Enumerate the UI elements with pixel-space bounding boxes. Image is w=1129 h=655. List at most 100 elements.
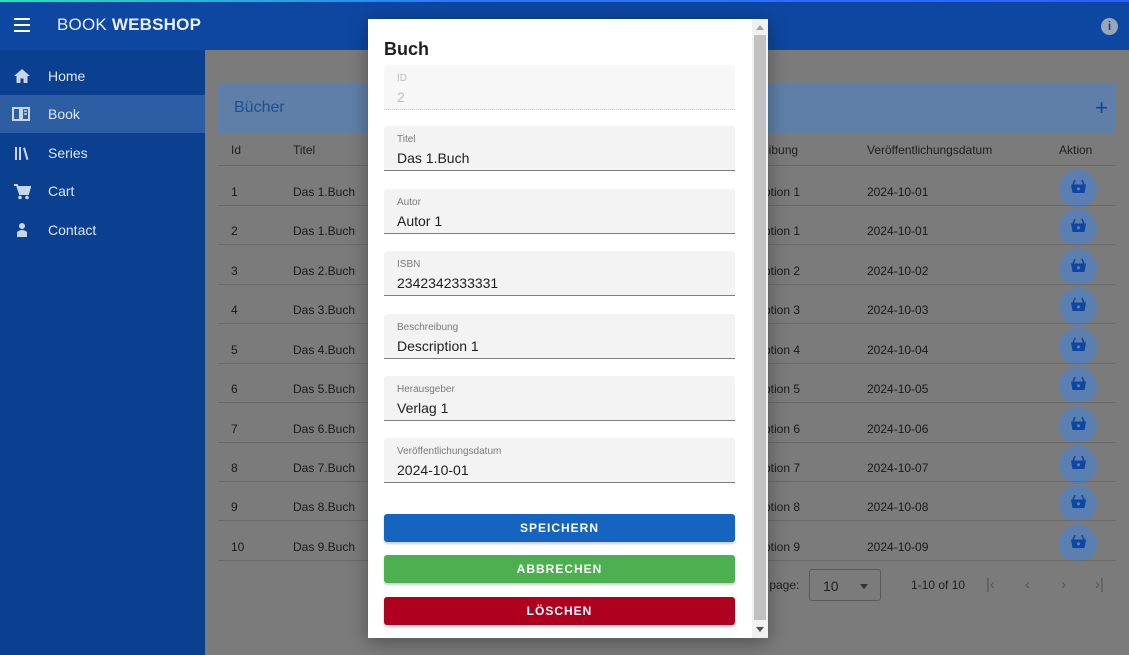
field-label: ID <box>397 73 407 84</box>
basket-icon <box>1070 258 1087 278</box>
first-page-icon[interactable]: |‹ <box>986 576 995 593</box>
cell-id: 5 <box>231 343 238 357</box>
add-to-cart-button[interactable] <box>1059 209 1097 247</box>
info-icon[interactable]: i <box>1101 18 1118 35</box>
cell-id: 9 <box>231 500 238 514</box>
cell-id: 7 <box>231 422 238 436</box>
cell-id: 6 <box>231 382 238 396</box>
cell-title: Das 7.Buch <box>293 461 356 475</box>
isbn-field[interactable]: ISBN 2342342333331 <box>384 251 735 296</box>
cell-id: 10 <box>231 540 245 554</box>
add-to-cart-button[interactable] <box>1059 407 1097 445</box>
basket-icon <box>1070 179 1087 199</box>
sidebar-item-contact[interactable]: Contact <box>0 211 205 249</box>
cell-description: ption 6 <box>764 422 801 436</box>
beschreibung-field[interactable]: Beschreibung Description 1 <box>384 314 735 359</box>
herausgeber-field[interactable]: Herausgeber Verlag 1 <box>384 376 735 421</box>
cell-title: Das 3.Buch <box>293 303 356 317</box>
scroll-up-icon[interactable] <box>756 25 764 30</box>
page-range: 1-10 of 10 <box>911 578 966 592</box>
add-to-cart-button[interactable] <box>1059 328 1097 366</box>
add-book-button[interactable]: + <box>1095 95 1108 121</box>
list-title: Bücher <box>234 99 285 116</box>
field-label: Herausgeber <box>397 384 455 395</box>
cell-id: 4 <box>231 303 238 317</box>
cell-description: ption 1 <box>764 185 801 199</box>
loading-line <box>0 0 1129 2</box>
cell-date: 2024-10-07 <box>867 461 929 475</box>
app-title: BOOK WEBSHOP <box>57 15 202 34</box>
book-icon <box>12 104 32 124</box>
basket-icon <box>1070 337 1087 357</box>
field-label: Beschreibung <box>397 322 459 333</box>
basket-icon <box>1070 494 1087 514</box>
cell-title: Das 2.Buch <box>293 264 356 278</box>
dialog-scrollbar[interactable] <box>752 19 768 638</box>
add-to-cart-button[interactable] <box>1059 288 1097 326</box>
cell-title: Das 8.Buch <box>293 500 356 514</box>
cell-date: 2024-10-02 <box>867 264 929 278</box>
basket-icon <box>1070 297 1087 317</box>
next-page-icon[interactable]: › <box>1061 576 1066 593</box>
cancel-button[interactable]: ABBRECHEN <box>384 555 735 583</box>
book-dialog: Buch ID 2 Titel Das 1.Buch Autor Autor 1 ISBN 2… <box>368 19 768 638</box>
add-to-cart-button[interactable] <box>1059 367 1097 405</box>
field-value: Verlag 1 <box>397 400 449 416</box>
cell-id: 1 <box>231 185 238 199</box>
autor-field[interactable]: Autor Autor 1 <box>384 189 735 234</box>
cell-id: 3 <box>231 264 238 278</box>
add-to-cart-button[interactable] <box>1059 525 1097 563</box>
cell-title: Das 6.Buch <box>293 422 356 436</box>
sidebar-item-series[interactable]: Series <box>0 134 205 172</box>
cell-description: ption 9 <box>764 540 801 554</box>
cart-icon <box>12 181 32 201</box>
column-header-action: Aktion <box>1059 143 1093 157</box>
delete-button[interactable]: LÖSCHEN <box>384 597 735 625</box>
titel-field[interactable]: Titel Das 1.Buch <box>384 126 735 171</box>
rows-per-page-select[interactable]: 10 <box>809 569 881 601</box>
sidebar-item-cart[interactable]: Cart <box>0 172 205 210</box>
column-header-title[interactable]: Titel <box>293 143 315 157</box>
field-label: Autor <box>397 197 421 208</box>
sidebar-item-label: Book <box>48 106 80 122</box>
sidebar: Home Book Series Cart Contact <box>0 50 205 655</box>
scroll-down-icon[interactable] <box>756 627 764 632</box>
field-label: ISBN <box>397 259 421 270</box>
dialog-title: Buch <box>384 39 429 59</box>
last-page-icon[interactable]: ›| <box>1095 576 1104 593</box>
cell-date: 2024-10-08 <box>867 500 929 514</box>
sidebar-item-home[interactable]: Home <box>0 57 205 95</box>
scrollbar-thumb[interactable] <box>754 35 766 620</box>
library-icon <box>12 143 32 163</box>
column-header-id[interactable]: Id <box>231 143 241 157</box>
home-icon <box>12 66 32 86</box>
cell-date: 2024-10-01 <box>867 224 929 238</box>
add-to-cart-button[interactable] <box>1059 485 1097 523</box>
prev-page-icon[interactable]: ‹ <box>1025 576 1030 593</box>
field-label: Veröffentlichungsdatum <box>397 446 502 457</box>
basket-icon <box>1070 455 1087 475</box>
cell-id: 8 <box>231 461 238 475</box>
cell-description: ption 5 <box>764 382 801 396</box>
cell-title: Das 4.Buch <box>293 343 356 357</box>
save-button[interactable]: SPEICHERN <box>384 514 735 542</box>
ver-ffentlichungsdatum-field[interactable]: Veröffentlichungsdatum 2024-10-01 <box>384 438 735 483</box>
add-to-cart-button[interactable] <box>1059 170 1097 208</box>
field-label: Titel <box>397 134 416 145</box>
cell-title: Das 5.Buch <box>293 382 356 396</box>
column-header-date[interactable]: Veröffentlichungsdatum <box>867 143 992 157</box>
cell-date: 2024-10-05 <box>867 382 929 396</box>
sidebar-item-label: Series <box>48 145 88 161</box>
add-to-cart-button[interactable] <box>1059 249 1097 287</box>
cell-date: 2024-10-09 <box>867 540 929 554</box>
cell-description: ption 7 <box>764 461 801 475</box>
sidebar-item-book[interactable]: Book <box>0 95 205 133</box>
field-value: Description 1 <box>397 338 479 354</box>
field-value: Autor 1 <box>397 213 443 229</box>
menu-icon[interactable] <box>14 18 30 32</box>
sidebar-item-label: Contact <box>48 222 97 238</box>
sidebar-item-label: Home <box>48 68 86 84</box>
cell-description: ption 8 <box>764 500 801 514</box>
cell-title: Das 1.Buch <box>293 224 356 238</box>
add-to-cart-button[interactable] <box>1059 446 1097 484</box>
